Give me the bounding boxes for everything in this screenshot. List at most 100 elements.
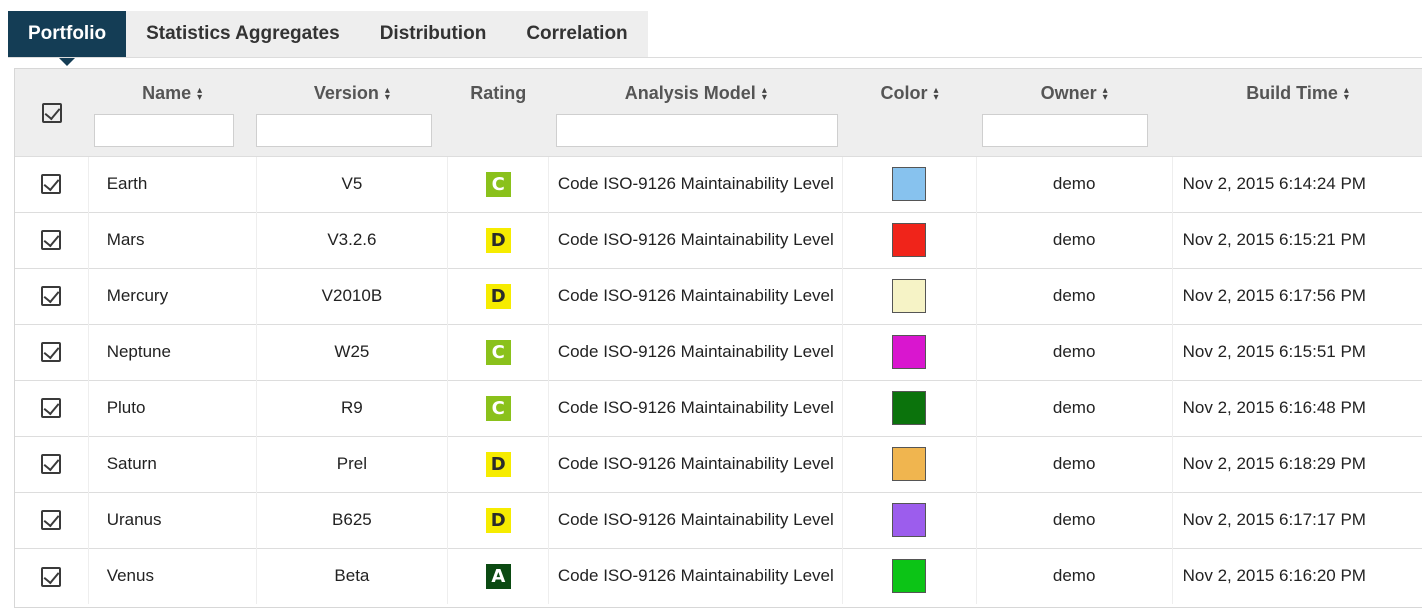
row-checkbox[interactable] — [41, 230, 62, 251]
rating-badge: C — [485, 171, 511, 197]
analysis-model-filter-input[interactable] — [555, 114, 838, 147]
rating-badge: C — [485, 339, 511, 365]
cell-analysis-model: Code ISO-9126 Maintainability Level — [548, 211, 843, 268]
sort-updown-icon[interactable]: ▴ ▾ — [933, 86, 938, 103]
cell-version: Prel — [255, 435, 448, 492]
cell-analysis-model: Code ISO-9126 Maintainability Level — [548, 323, 843, 380]
table-body: Earth V5 C Code ISO-9126 Maintainability… — [15, 155, 1422, 604]
color-swatch — [892, 447, 927, 481]
sort-updown-icon[interactable]: ▴ ▾ — [385, 86, 390, 103]
column-header-analysis-model[interactable]: Analysis Model ▴ ▾ — [549, 69, 843, 156]
column-label-build-time: Build Time — [1246, 83, 1338, 103]
table-row[interactable]: Venus Beta A Code ISO-9126 Maintainabili… — [15, 547, 1422, 604]
row-checkbox[interactable] — [41, 342, 62, 363]
cell-name: Pluto — [87, 379, 257, 436]
cell-name: Venus — [87, 547, 257, 604]
sort-updown-icon[interactable]: ▴ ▾ — [197, 86, 202, 103]
cell-build-time: Nov 2, 2015 6:16:20 PM — [1171, 547, 1422, 604]
table-row[interactable]: Saturn Prel D Code ISO-9126 Maintainabil… — [15, 435, 1422, 492]
cell-analysis-model: Code ISO-9126 Maintainability Level — [548, 267, 843, 324]
sort-updown-icon[interactable]: ▴ ▾ — [762, 86, 767, 103]
cell-version: V3.2.6 — [255, 211, 448, 268]
table-row[interactable]: Mercury V2010B D Code ISO-9126 Maintaina… — [15, 267, 1422, 324]
cell-version: V5 — [255, 155, 448, 212]
portfolio-table: Name ▴ ▾ Version ▴ ▾ Rating Analysis Model ▴ ▾… — [15, 69, 1422, 604]
column-header-version[interactable]: Version ▴ ▾ — [256, 69, 448, 156]
cell-name: Neptune — [87, 323, 257, 380]
table-row[interactable]: Neptune W25 C Code ISO-9126 Maintainabil… — [15, 323, 1422, 380]
color-swatch — [892, 503, 927, 537]
cell-analysis-model: Code ISO-9126 Maintainability Level — [548, 491, 843, 548]
cell-owner: demo — [975, 211, 1173, 268]
cell-build-time: Nov 2, 2015 6:15:21 PM — [1171, 211, 1422, 268]
portfolio-table-panel: Name ▴ ▾ Version ▴ ▾ Rating Analysis Model ▴ ▾… — [14, 68, 1422, 608]
column-label-version: Version — [313, 83, 379, 103]
cell-owner: demo — [975, 155, 1173, 212]
cell-version: V2010B — [255, 267, 448, 324]
cell-owner: demo — [975, 323, 1173, 380]
select-all-header — [15, 69, 88, 156]
cell-build-time: Nov 2, 2015 6:15:51 PM — [1171, 323, 1422, 380]
cell-build-time: Nov 2, 2015 6:14:24 PM — [1171, 155, 1422, 212]
tab-statistics-aggregates[interactable]: Statistics Aggregates — [126, 11, 360, 57]
cell-name: Saturn — [87, 435, 257, 492]
rating-badge: D — [485, 507, 511, 533]
cell-build-time: Nov 2, 2015 6:18:29 PM — [1171, 435, 1422, 492]
tab-bar: Portfolio Statistics Aggregates Distribu… — [8, 11, 648, 66]
cell-owner: demo — [975, 379, 1173, 436]
cell-name: Uranus — [87, 491, 257, 548]
row-checkbox[interactable] — [41, 398, 62, 419]
tab-distribution[interactable]: Distribution — [359, 11, 507, 57]
table-row[interactable]: Mars V3.2.6 D Code ISO-9126 Maintainabil… — [15, 211, 1422, 268]
cell-version: Beta — [255, 547, 448, 604]
cell-version: B625 — [255, 491, 448, 548]
column-header-rating: Rating — [448, 69, 549, 156]
column-header-owner[interactable]: Owner ▴ ▾ — [976, 69, 1172, 156]
table-row[interactable]: Pluto R9 C Code ISO-9126 Maintainability… — [15, 379, 1422, 436]
tab-divider — [8, 57, 1422, 58]
cell-build-time: Nov 2, 2015 6:17:56 PM — [1171, 267, 1422, 324]
version-filter-input[interactable] — [256, 114, 433, 147]
column-label-owner: Owner — [1040, 83, 1097, 103]
cell-version: R9 — [255, 379, 448, 436]
cell-name: Mars — [87, 211, 257, 268]
tab-correlation[interactable]: Correlation — [506, 11, 648, 57]
column-header-color[interactable]: Color ▴ ▾ — [843, 69, 976, 156]
rating-badge: D — [485, 451, 511, 477]
color-swatch — [892, 391, 927, 425]
row-checkbox[interactable] — [41, 566, 62, 587]
row-checkbox[interactable] — [41, 510, 62, 531]
column-label-color: Color — [880, 83, 928, 103]
row-checkbox[interactable] — [41, 454, 62, 475]
cell-analysis-model: Code ISO-9126 Maintainability Level — [548, 155, 843, 212]
column-label-analysis-model: Analysis Model — [624, 83, 756, 103]
sort-updown-icon[interactable]: ▴ ▾ — [1344, 86, 1349, 103]
owner-filter-input[interactable] — [982, 114, 1149, 147]
cell-analysis-model: Code ISO-9126 Maintainability Level — [548, 379, 843, 436]
rating-badge: D — [485, 283, 511, 309]
cell-analysis-model: Code ISO-9126 Maintainability Level — [548, 547, 843, 604]
tab-portfolio[interactable]: Portfolio — [8, 11, 127, 66]
cell-analysis-model: Code ISO-9126 Maintainability Level — [548, 435, 843, 492]
cell-build-time: Nov 2, 2015 6:17:17 PM — [1171, 491, 1422, 548]
name-filter-input[interactable] — [94, 114, 235, 147]
row-checkbox[interactable] — [41, 286, 62, 307]
column-header-name[interactable]: Name ▴ ▾ — [88, 69, 256, 156]
rating-badge: A — [485, 563, 511, 589]
table-header-row: Name ▴ ▾ Version ▴ ▾ Rating Analysis Model ▴ ▾… — [15, 69, 1422, 156]
color-swatch — [892, 167, 927, 201]
column-header-build-time[interactable]: Build Time ▴ ▾ — [1172, 69, 1422, 156]
cell-owner: demo — [975, 491, 1173, 548]
rating-badge: C — [485, 395, 511, 421]
color-swatch — [892, 279, 927, 313]
sort-updown-icon[interactable]: ▴ ▾ — [1103, 86, 1108, 103]
cell-name: Earth — [87, 155, 257, 212]
table-row[interactable]: Earth V5 C Code ISO-9126 Maintainability… — [15, 155, 1422, 212]
table-row[interactable]: Uranus B625 D Code ISO-9126 Maintainabil… — [15, 491, 1422, 548]
cell-owner: demo — [975, 267, 1173, 324]
column-label-rating: Rating — [470, 83, 527, 103]
select-all-checkbox[interactable] — [41, 102, 62, 123]
row-checkbox[interactable] — [41, 174, 62, 195]
column-label-name: Name — [142, 83, 192, 103]
cell-name: Mercury — [87, 267, 257, 324]
